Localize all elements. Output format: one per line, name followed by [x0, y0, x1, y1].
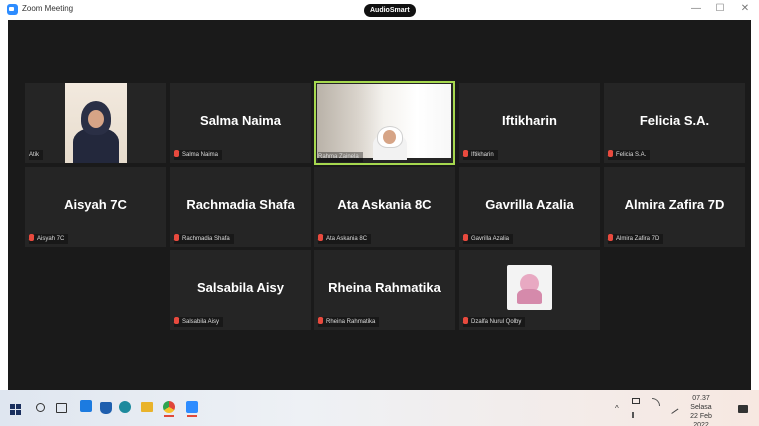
participant-name: Felicia S.A.	[639, 113, 710, 128]
mail-icon[interactable]	[100, 402, 112, 414]
participant-label: Salsabila Aisy	[174, 317, 224, 327]
participant-name: Aisyah 7C	[64, 197, 127, 212]
participant-label-text: Salsabila Aisy	[182, 319, 220, 325]
participant-label: Salma Naima	[174, 150, 223, 160]
participant-name: Rachmadia Shafa	[186, 197, 295, 212]
participant-label: Gavrilla Azalia	[463, 234, 514, 244]
participant-name: Rheina Rahmatika	[328, 280, 441, 295]
participant-tile-rheina[interactable]: Rheina Rahmatika Rheina Rahmatika	[314, 250, 455, 330]
participant-name: Ata Askania 8C	[337, 197, 432, 212]
participant-tile-rachmadia[interactable]: Rachmadia Shafa Rachmadia Shafa	[170, 167, 311, 247]
profile-picture	[507, 265, 552, 310]
participant-label-text: Iftikharin	[471, 152, 494, 158]
participant-label-text: Almira Zafira 7D	[616, 236, 660, 242]
notification-icon[interactable]	[738, 405, 748, 413]
participant-name: Salsabila Aisy	[197, 280, 284, 295]
minimize-button[interactable]: —	[689, 2, 703, 16]
participant-label: Rheina Rahmatika	[318, 317, 380, 327]
clock-time: 07.37	[692, 395, 710, 402]
mic-muted-icon	[608, 150, 613, 157]
volume-icon[interactable]	[632, 412, 639, 418]
participant-name: Salma Naima	[200, 113, 281, 128]
mic-muted-icon	[608, 234, 613, 241]
zoom-app-icon	[7, 4, 18, 15]
gallery-view: Atik Salma Naima Salma Naima Rahma Zaine…	[8, 20, 751, 390]
participant-label: Aisyah 7C	[29, 234, 69, 244]
folder-icon[interactable]	[141, 402, 153, 412]
participant-label-text: Dzalfa Nurul Qolby	[471, 319, 522, 325]
person-face	[383, 130, 396, 144]
participant-tile-atik[interactable]: Atik	[25, 83, 166, 163]
maximize-button[interactable]: ☐	[713, 2, 727, 16]
participant-label: Iftikharin	[463, 150, 498, 160]
participant-tile-salma[interactable]: Salma Naima Salma Naima	[170, 83, 311, 163]
participant-label-text: Gavrilla Azalia	[471, 236, 510, 242]
participant-label: Atik	[29, 150, 44, 160]
mic-muted-icon	[463, 317, 468, 324]
mic-muted-icon	[318, 234, 323, 241]
close-button[interactable]: ✕	[738, 2, 752, 16]
participant-video	[317, 84, 451, 160]
window-title: Zoom Meeting	[22, 4, 74, 13]
battery-icon[interactable]	[632, 398, 640, 404]
mic-muted-icon	[174, 317, 179, 324]
taskbar-clock[interactable]: 07.37 Selasa 22 Feb 2022	[684, 394, 718, 426]
app-l-icon[interactable]	[80, 400, 92, 412]
search-icon[interactable]	[36, 403, 45, 412]
participant-tile-rahma-active[interactable]: Rahma Zainela	[314, 81, 455, 165]
participant-label-text: Salma Naima	[182, 152, 219, 158]
task-view-icon[interactable]	[56, 403, 67, 413]
network-icon[interactable]	[652, 398, 660, 406]
mic-muted-icon	[463, 150, 468, 157]
participant-tile-salsabila[interactable]: Salsabila Aisy Salsabila Aisy	[170, 250, 311, 330]
participant-name: Iftikharin	[502, 113, 557, 128]
zoom-icon[interactable]	[186, 401, 198, 417]
participant-label: Ata Askania 8C	[318, 234, 372, 244]
chrome-icon[interactable]	[163, 401, 175, 417]
edge-icon[interactable]	[119, 401, 131, 413]
participant-label: Rachmadia Shafa	[174, 234, 234, 244]
mic-muted-icon	[174, 150, 179, 157]
participant-tile-iftikharin[interactable]: Iftikharin Iftikharin	[459, 83, 600, 163]
tray-overflow-chevron[interactable]: ^	[615, 404, 619, 413]
window-title-bar: Zoom Meeting AudioSmart — ☐ ✕	[0, 0, 759, 20]
participant-label-text: Rheina Rahmatika	[326, 319, 376, 325]
mic-muted-icon	[29, 234, 34, 241]
windows-taskbar: ^ 07.37 Selasa 22 Feb 2022	[0, 390, 759, 426]
participant-tile-aisyah[interactable]: Aisyah 7C Aisyah 7C	[25, 167, 166, 247]
mic-muted-icon	[174, 234, 179, 241]
person-face	[88, 110, 104, 128]
participant-label: Rahma Zainela	[318, 152, 363, 162]
participant-label: Felicia S.A.	[608, 150, 651, 160]
participant-tile-almira[interactable]: Almira Zafira 7D Almira Zafira 7D	[604, 167, 745, 247]
windows-start-icon[interactable]	[10, 404, 21, 415]
participant-label-text: Felicia S.A.	[616, 152, 647, 158]
participant-tile-gavrilla[interactable]: Gavrilla Azalia Gavrilla Azalia	[459, 167, 600, 247]
audiosmart-badge[interactable]: AudioSmart	[364, 4, 416, 17]
participant-label: Almira Zafira 7D	[608, 234, 664, 244]
pen-icon[interactable]	[669, 406, 679, 414]
clock-date: 22 Feb 2022	[690, 413, 712, 426]
participant-label-text: Ata Askania 8C	[326, 236, 368, 242]
mic-muted-icon	[463, 234, 468, 241]
participant-video	[65, 83, 127, 163]
participant-name: Gavrilla Azalia	[485, 197, 574, 212]
participant-tile-ata[interactable]: Ata Askania 8C Ata Askania 8C	[314, 167, 455, 247]
participant-tile-felicia[interactable]: Felicia S.A. Felicia S.A.	[604, 83, 745, 163]
participant-label-text: Aisyah 7C	[37, 236, 65, 242]
mic-muted-icon	[318, 317, 323, 324]
participant-label-text: Rachmadia Shafa	[182, 236, 230, 242]
participant-name: Almira Zafira 7D	[624, 197, 725, 212]
participant-tile-dzalfa[interactable]: Dzalfa Nurul Qolby	[459, 250, 600, 330]
participant-label-text: Atik	[29, 152, 40, 158]
participant-label: Dzalfa Nurul Qolby	[463, 317, 526, 327]
clock-day: Selasa	[690, 404, 712, 411]
participant-label-text: Rahma Zainela	[318, 154, 359, 160]
